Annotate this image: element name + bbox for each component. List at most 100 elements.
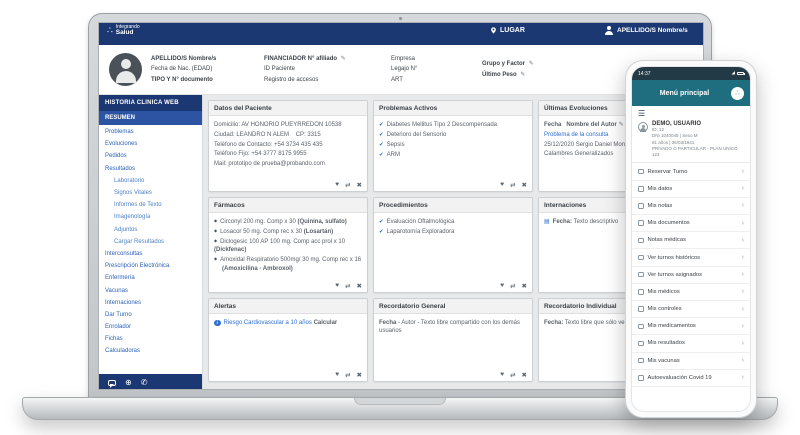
menu-item-autoevaluacion-covid-19[interactable]: Autoevaluación Covid 19›: [632, 370, 750, 387]
app-logo: ∴ Integrando Salud: [107, 25, 140, 37]
sidebar-item-laboratorio[interactable]: Laboratorio: [99, 175, 202, 187]
sidebar-item-vacunas[interactable]: Vacunas: [99, 284, 202, 296]
favorite-icon[interactable]: ♥: [500, 371, 504, 379]
card-actions: ♥ ⇄ ✖: [500, 282, 527, 290]
menu-item-mis-vacunas[interactable]: Mis vacunas›: [632, 353, 750, 370]
chevron-right-icon: ›: [742, 288, 744, 295]
menu-item-mis-controles[interactable]: Mis controles›: [632, 301, 750, 318]
line-text: Mail: prototipo de prueba@probando.com: [214, 161, 325, 167]
sidebar-item-fichas[interactable]: Fichas: [99, 333, 202, 345]
menu-item-mis-resultados[interactable]: Mis resultados ›: [632, 335, 750, 352]
menu-item-label: Mis resultados: [648, 340, 685, 346]
chevron-right-icon: ›: [742, 254, 744, 261]
favorite-icon[interactable]: ♥: [335, 181, 339, 189]
swap-icon[interactable]: ⇄: [510, 371, 515, 379]
sidebar-item-interconsultas[interactable]: Interconsultas: [99, 248, 202, 260]
sidebar-item-enfermeria[interactable]: Enfermería: [99, 272, 202, 284]
line-text: Diabetes Mellitus Tipo 2 Descompensada: [387, 122, 497, 128]
close-icon[interactable]: ✖: [357, 371, 362, 379]
menu-item-ver-turnos-asignados[interactable]: Ver turnos asignados›: [632, 267, 750, 284]
close-icon[interactable]: ✖: [522, 282, 527, 290]
menu-item-label: Mis notas: [648, 203, 673, 209]
phone-call-icon[interactable]: ✆: [141, 379, 148, 387]
virus-icon: [638, 375, 644, 381]
menu-item-mis-medicamentos[interactable]: Mis medicamentos›: [632, 318, 750, 335]
edit-icon[interactable]: ✎: [619, 122, 624, 128]
phone-header: Menú principal ∴: [632, 80, 750, 106]
swap-icon[interactable]: ⇄: [345, 282, 350, 290]
swap-icon[interactable]: ⇄: [345, 371, 350, 379]
menu-item-mis-datos[interactable]: Mis datos›: [632, 181, 750, 198]
edit-icon[interactable]: ✎: [520, 72, 525, 78]
menu-item-mis-notas[interactable]: Mis notas›: [632, 198, 750, 215]
menu-item-notas-medicas[interactable]: Notas médicas›: [632, 232, 750, 249]
sidebar-footer: ⊕ ✆: [99, 374, 202, 390]
sidebar-item-problemas[interactable]: Problemas: [99, 126, 202, 138]
sidebar-item-cargar-resultados[interactable]: Cargar Resultados: [99, 236, 202, 248]
edit-icon[interactable]: ✎: [529, 61, 534, 67]
sidebar-item-enrolador[interactable]: Enrolador: [99, 321, 202, 333]
sidebar-item-internaciones[interactable]: Internaciones: [99, 297, 202, 309]
chevron-right-icon: ›: [742, 340, 744, 347]
menu-item-mis-medicos[interactable]: Mis médicos›: [632, 284, 750, 301]
favorite-icon[interactable]: ♥: [500, 282, 504, 290]
menu-item-reservar-turno[interactable]: Reservar Turno›: [632, 163, 750, 180]
favorite-icon[interactable]: ♥: [500, 181, 504, 189]
line-label: Fecha: [379, 320, 396, 326]
card-line: Ciudad: LEANDRO N ALEM CP: 3315: [214, 131, 362, 139]
sidebar-item-pedidos[interactable]: Pedidos: [99, 150, 202, 162]
sidebar-item-resultados[interactable]: Resultados: [99, 163, 202, 175]
brand-icon: ∴: [731, 87, 744, 100]
favorite-icon[interactable]: ♥: [335, 371, 339, 379]
sidebar-item-evoluciones[interactable]: Evoluciones: [99, 138, 202, 150]
menu-item-label: Mis documentos: [648, 220, 690, 226]
edit-icon[interactable]: ✎: [341, 56, 346, 62]
line-text: - Autor - Texto libre compartido con los…: [379, 320, 520, 334]
bullet-icon: ◆: [214, 256, 217, 261]
user-icon: [604, 26, 613, 35]
phone-user-details: ID: 12DNI 1040045 | Sexo M81 años | 06/0…: [652, 127, 744, 158]
phone-time: 14:37: [638, 71, 651, 77]
sidebar-item-resumen[interactable]: RESUMEN: [99, 111, 202, 125]
phone-frame: 14:37 ◢ Menú principal ∴ ☰ DEMO, USUARIO…: [625, 60, 757, 418]
sidebar-item-adjuntos[interactable]: Adjuntos: [99, 224, 202, 236]
topbar-user[interactable]: APELLIDO/S Nombre/s: [604, 26, 688, 35]
swap-icon[interactable]: ⇄: [345, 181, 350, 189]
favorite-icon[interactable]: ♥: [335, 282, 339, 290]
close-icon[interactable]: ✖: [357, 282, 362, 290]
sidebar-item-imagenologia[interactable]: Imagenología: [99, 211, 202, 223]
card-actions: ♥ ⇄ ✖: [335, 371, 362, 379]
hamburger-menu-icon[interactable]: ☰: [632, 106, 750, 120]
close-icon[interactable]: ✖: [522, 181, 527, 189]
card-datos-del-paciente: Datos del PacienteDomicilio: AV HONORIO …: [208, 100, 368, 192]
location-selector[interactable]: LUGAR: [490, 27, 525, 34]
patient-id-label[interactable]: ID Paciente: [264, 64, 382, 75]
chat-icon[interactable]: [108, 380, 116, 386]
sidebar-item-signos-vitales[interactable]: Signos Vitales: [99, 187, 202, 199]
menu-item-label: Notas médicas: [648, 237, 686, 243]
card-line: ◆Circonyl 200 mg. Comp x 30 (Quinina, su…: [214, 218, 362, 226]
globe-icon[interactable]: ⊕: [125, 379, 132, 387]
menu-item-mis-documentos[interactable]: Mis documentos›: [632, 215, 750, 232]
line-text: Sepsis: [387, 142, 405, 148]
close-icon[interactable]: ✖: [522, 371, 527, 379]
line-text: 25/12/2020 Sergio Daniel Montero: [544, 142, 635, 148]
card-line: ✔Laparotomía Exploradora: [379, 228, 527, 236]
sidebar-item-calculadoras[interactable]: Calculadoras: [99, 345, 202, 357]
card-line: ◆Amoxidal Respiratorio 500mg/ 30 mg. Com…: [214, 256, 362, 264]
card-line: ✔Diabetes Mellitus Tipo 2 Descompensada: [379, 121, 527, 129]
sidebar-item-informes-de-texto[interactable]: Informes de Texto: [99, 199, 202, 211]
line-text: Laparotomía Exploradora: [387, 229, 455, 235]
card-link[interactable]: Problema de la consulta: [544, 132, 608, 138]
card-link[interactable]: Riesgo Cardiovascular a 10 años: [224, 320, 312, 326]
menu-item-ver-turnos-historicos[interactable]: Ver turnos históricos›: [632, 249, 750, 266]
swap-icon[interactable]: ⇄: [510, 282, 515, 290]
swap-icon[interactable]: ⇄: [510, 181, 515, 189]
close-icon[interactable]: ✖: [357, 181, 362, 189]
laptop-camera: [399, 17, 402, 20]
phone-menu: Reservar Turno›Mis datos›Mis notas›Mis d…: [632, 163, 750, 411]
brand-name-bottom: Salud: [116, 30, 140, 37]
sidebar-item-prescripcion-electronica[interactable]: Prescripción Electrónica: [99, 260, 202, 272]
sidebar-item-dar-turno[interactable]: Dar Turno: [99, 309, 202, 321]
access-log-link[interactable]: Registro de accesos: [264, 75, 382, 86]
